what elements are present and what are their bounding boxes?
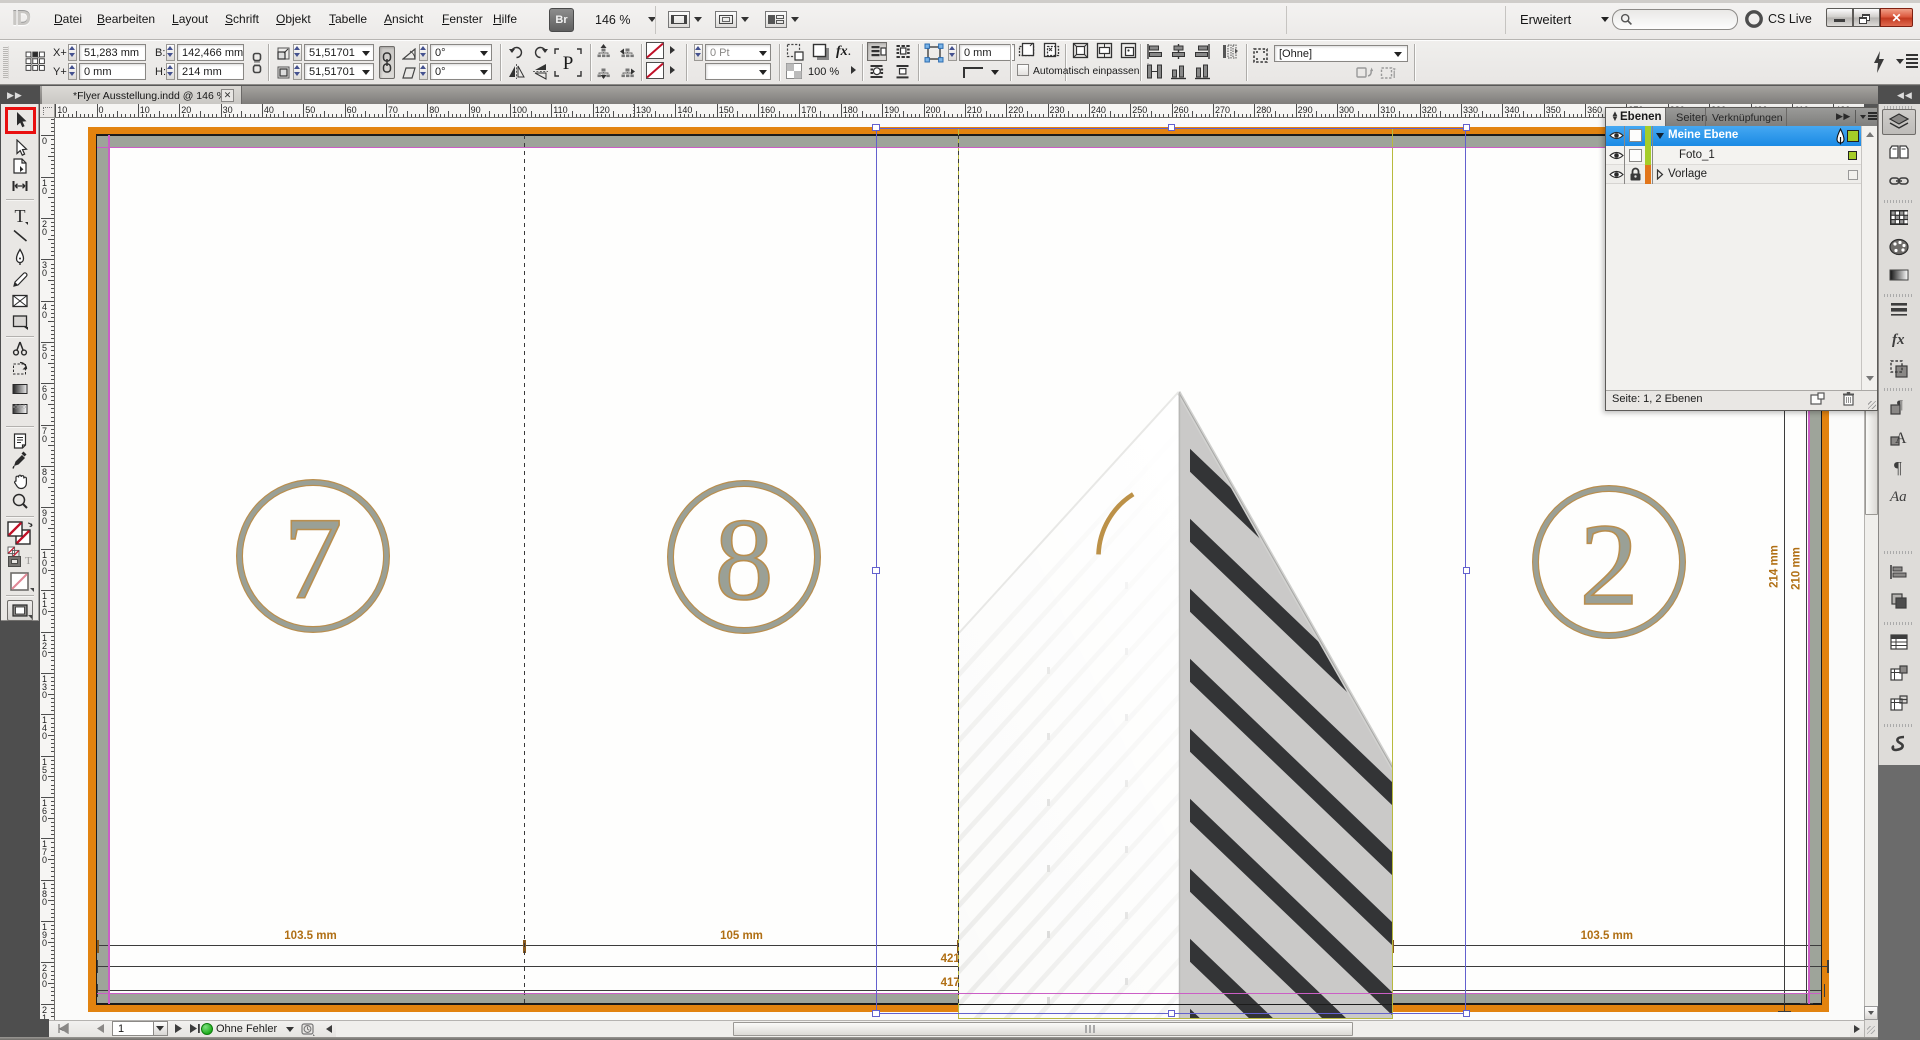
svg-text:¶: ¶ <box>1894 458 1902 477</box>
svg-text:¶: ¶ <box>1897 397 1903 412</box>
svg-text:fx: fx <box>1892 332 1905 348</box>
svg-text:T: T <box>15 207 26 225</box>
svg-text:P: P <box>563 53 574 74</box>
svg-text:Aa: Aa <box>1889 489 1907 505</box>
svg-text:A: A <box>1895 430 1907 447</box>
